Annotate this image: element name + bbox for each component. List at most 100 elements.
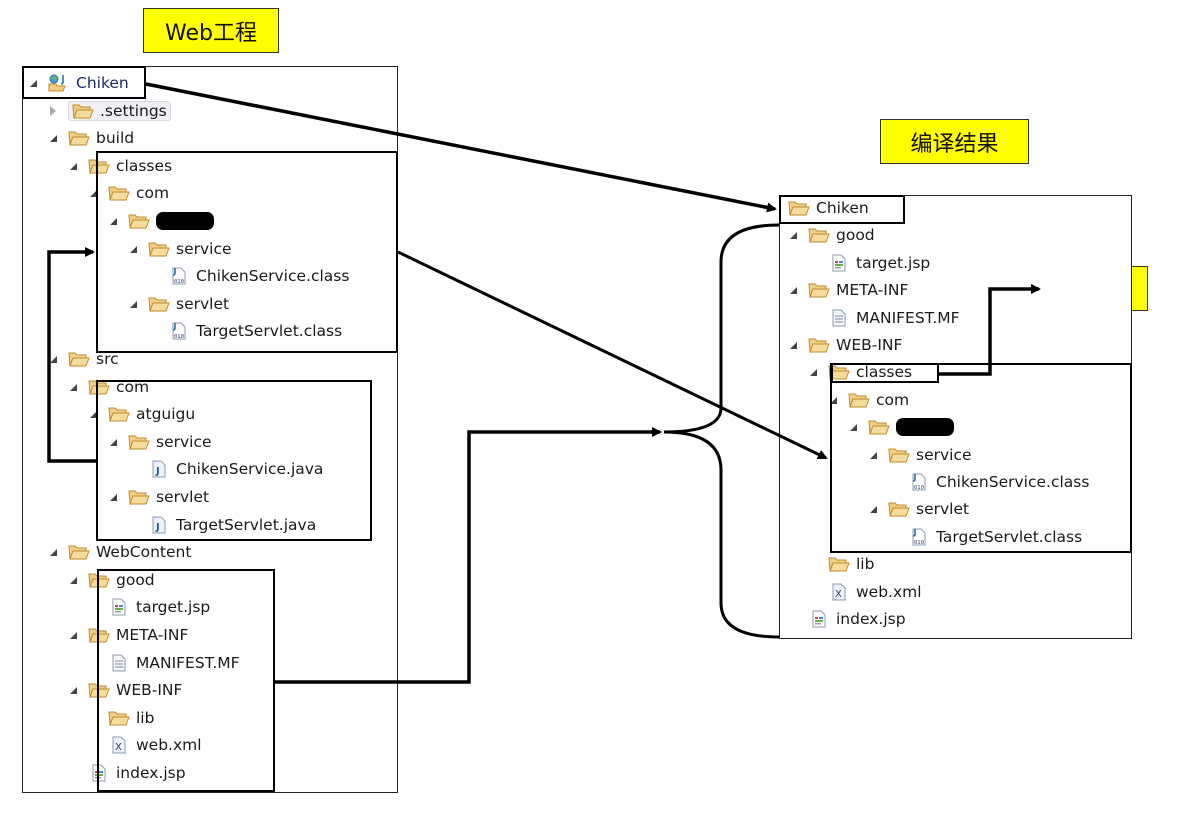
expanded-arrow-icon[interactable]: [50, 547, 60, 557]
tree-item-build[interactable]: build: [50, 125, 134, 151]
tree-item-index-jsp[interactable]: index.jsp: [790, 606, 906, 632]
tree-item-meta-inf[interactable]: META-INF: [70, 622, 188, 648]
tree-item-webcontent[interactable]: WebContent: [50, 539, 191, 565]
tree-item-label: lib: [856, 555, 875, 574]
expanded-arrow-icon[interactable]: [130, 244, 140, 254]
text-file-icon: [108, 654, 130, 672]
expanded-arrow-icon[interactable]: [110, 216, 120, 226]
expanded-arrow-icon[interactable]: [870, 450, 880, 460]
folder-icon: [72, 102, 94, 120]
tree-item-targetservlet-java[interactable]: J TargetServlet.java: [130, 512, 316, 538]
tree-item-com[interactable]: com: [830, 387, 909, 413]
tree-item-label: ChikenService.class: [196, 267, 350, 286]
folder-icon: [128, 488, 150, 506]
tree-item-meta-inf[interactable]: META-INF: [790, 277, 908, 303]
tree-item-label: TargetServlet.class: [936, 527, 1083, 546]
folder-icon: [88, 681, 110, 699]
tree-item-lib[interactable]: lib: [810, 551, 874, 577]
expanded-arrow-icon[interactable]: [110, 492, 120, 502]
jsp-file-icon: [88, 764, 110, 782]
class-file-icon: 010: [168, 267, 190, 285]
tree-item-redacted[interactable]: [850, 414, 954, 440]
tree-item-chikenservice-class[interactable]: 010 ChikenService.class: [890, 469, 1089, 495]
expanded-arrow-icon[interactable]: [90, 409, 100, 419]
tree-item-redacted[interactable]: [110, 208, 214, 234]
tree-item-index-jsp[interactable]: index.jsp: [70, 760, 186, 786]
tree-item-targetservlet-class[interactable]: 010 TargetServlet.class: [890, 524, 1082, 550]
tree-item-classes[interactable]: classes: [810, 359, 912, 385]
tree-item-good[interactable]: good: [790, 222, 875, 248]
tree-item-atguigu[interactable]: atguigu: [90, 401, 195, 427]
folder-icon: [828, 555, 850, 573]
jsp-file-icon: [108, 598, 130, 616]
tree-item-service[interactable]: service: [110, 429, 212, 455]
expanded-arrow-icon[interactable]: [810, 367, 820, 377]
no-toggle-spacer: [890, 477, 900, 487]
tree-item-web-xml[interactable]: Xweb.xml: [810, 579, 922, 605]
tree-item-manifest-mf[interactable]: MANIFEST.MF: [810, 305, 960, 331]
tree-item-label: index.jsp: [836, 610, 906, 628]
tree-item-good[interactable]: good: [70, 567, 155, 593]
expanded-arrow-icon[interactable]: [90, 188, 100, 198]
tree-item-label: servlet: [156, 488, 210, 506]
tree-item-target-jsp[interactable]: target.jsp: [90, 594, 210, 620]
class-file-icon: 010: [908, 528, 930, 546]
xml-file-icon: X: [108, 736, 130, 754]
no-toggle-spacer: [90, 740, 100, 750]
tree-item-target-jsp[interactable]: target.jsp: [810, 250, 930, 276]
expanded-arrow-icon[interactable]: [870, 504, 880, 514]
expanded-arrow-icon[interactable]: [30, 78, 40, 88]
tree-item-chikenservice-java[interactable]: J ChikenService.java: [130, 456, 323, 482]
tree-item-settings[interactable]: .settings: [50, 98, 171, 124]
no-toggle-spacer: [130, 464, 140, 474]
tree-item-web-xml[interactable]: Xweb.xml: [90, 732, 202, 758]
svg-text:X: X: [115, 742, 122, 753]
expanded-arrow-icon[interactable]: [130, 299, 140, 309]
expanded-arrow-icon[interactable]: [830, 395, 840, 405]
tree-item-servlet[interactable]: servlet: [870, 496, 969, 522]
tree-item-com[interactable]: com: [90, 180, 169, 206]
folder-icon: [128, 433, 150, 451]
svg-text:J: J: [155, 466, 160, 477]
tree-item-service[interactable]: service: [130, 236, 232, 262]
expanded-arrow-icon[interactable]: [70, 575, 80, 585]
expanded-arrow-icon[interactable]: [70, 685, 80, 695]
expanded-arrow-icon[interactable]: [70, 630, 80, 640]
tree-item-label: src: [96, 350, 119, 368]
tree-item-chikenservice-class[interactable]: 010 ChikenService.class: [150, 263, 349, 289]
tree-item-label: good: [116, 570, 155, 589]
tree-item-web-inf[interactable]: WEB-INF: [790, 332, 902, 358]
tree-item-targetservlet-class[interactable]: 010 TargetServlet.class: [150, 318, 342, 344]
expanded-arrow-icon[interactable]: [70, 161, 80, 171]
tree-item-com[interactable]: com: [70, 374, 149, 400]
expanded-arrow-icon[interactable]: [50, 354, 60, 364]
expanded-arrow-icon[interactable]: [850, 422, 860, 432]
tree-item-chiken[interactable]: Chiken: [30, 70, 129, 96]
tree-item-label: lib: [136, 708, 155, 727]
tree-item-web-inf[interactable]: WEB-INF: [70, 677, 182, 703]
no-toggle-spacer: [90, 602, 100, 612]
expanded-arrow-icon[interactable]: [50, 133, 60, 143]
tree-item-classes[interactable]: classes: [70, 153, 172, 179]
tree-item-chiken[interactable]: Chiken: [770, 195, 869, 221]
expanded-arrow-icon[interactable]: [790, 285, 800, 295]
tree-item-service[interactable]: service: [870, 442, 972, 468]
brace-output-contents: [663, 223, 780, 639]
expanded-arrow-icon[interactable]: [110, 437, 120, 447]
tree-item-servlet[interactable]: servlet: [110, 484, 209, 510]
no-toggle-spacer: [810, 313, 820, 323]
expanded-arrow-icon[interactable]: [790, 340, 800, 350]
folder-icon: [888, 500, 910, 518]
tree-item-src[interactable]: src: [50, 346, 119, 372]
svg-text:010: 010: [174, 334, 184, 340]
tree-item-lib[interactable]: lib: [90, 705, 154, 731]
expanded-arrow-icon[interactable]: [790, 230, 800, 240]
folder-icon: [88, 626, 110, 644]
expanded-arrow-icon[interactable]: [70, 382, 80, 392]
tree-item-servlet[interactable]: servlet: [130, 291, 229, 317]
tree-item-manifest-mf[interactable]: MANIFEST.MF: [90, 650, 240, 676]
tree-item-label: build: [96, 129, 135, 148]
collapsed-arrow-icon[interactable]: [50, 106, 60, 116]
compile-result-label: 编译结果: [880, 119, 1029, 164]
folder-icon: [808, 281, 830, 299]
